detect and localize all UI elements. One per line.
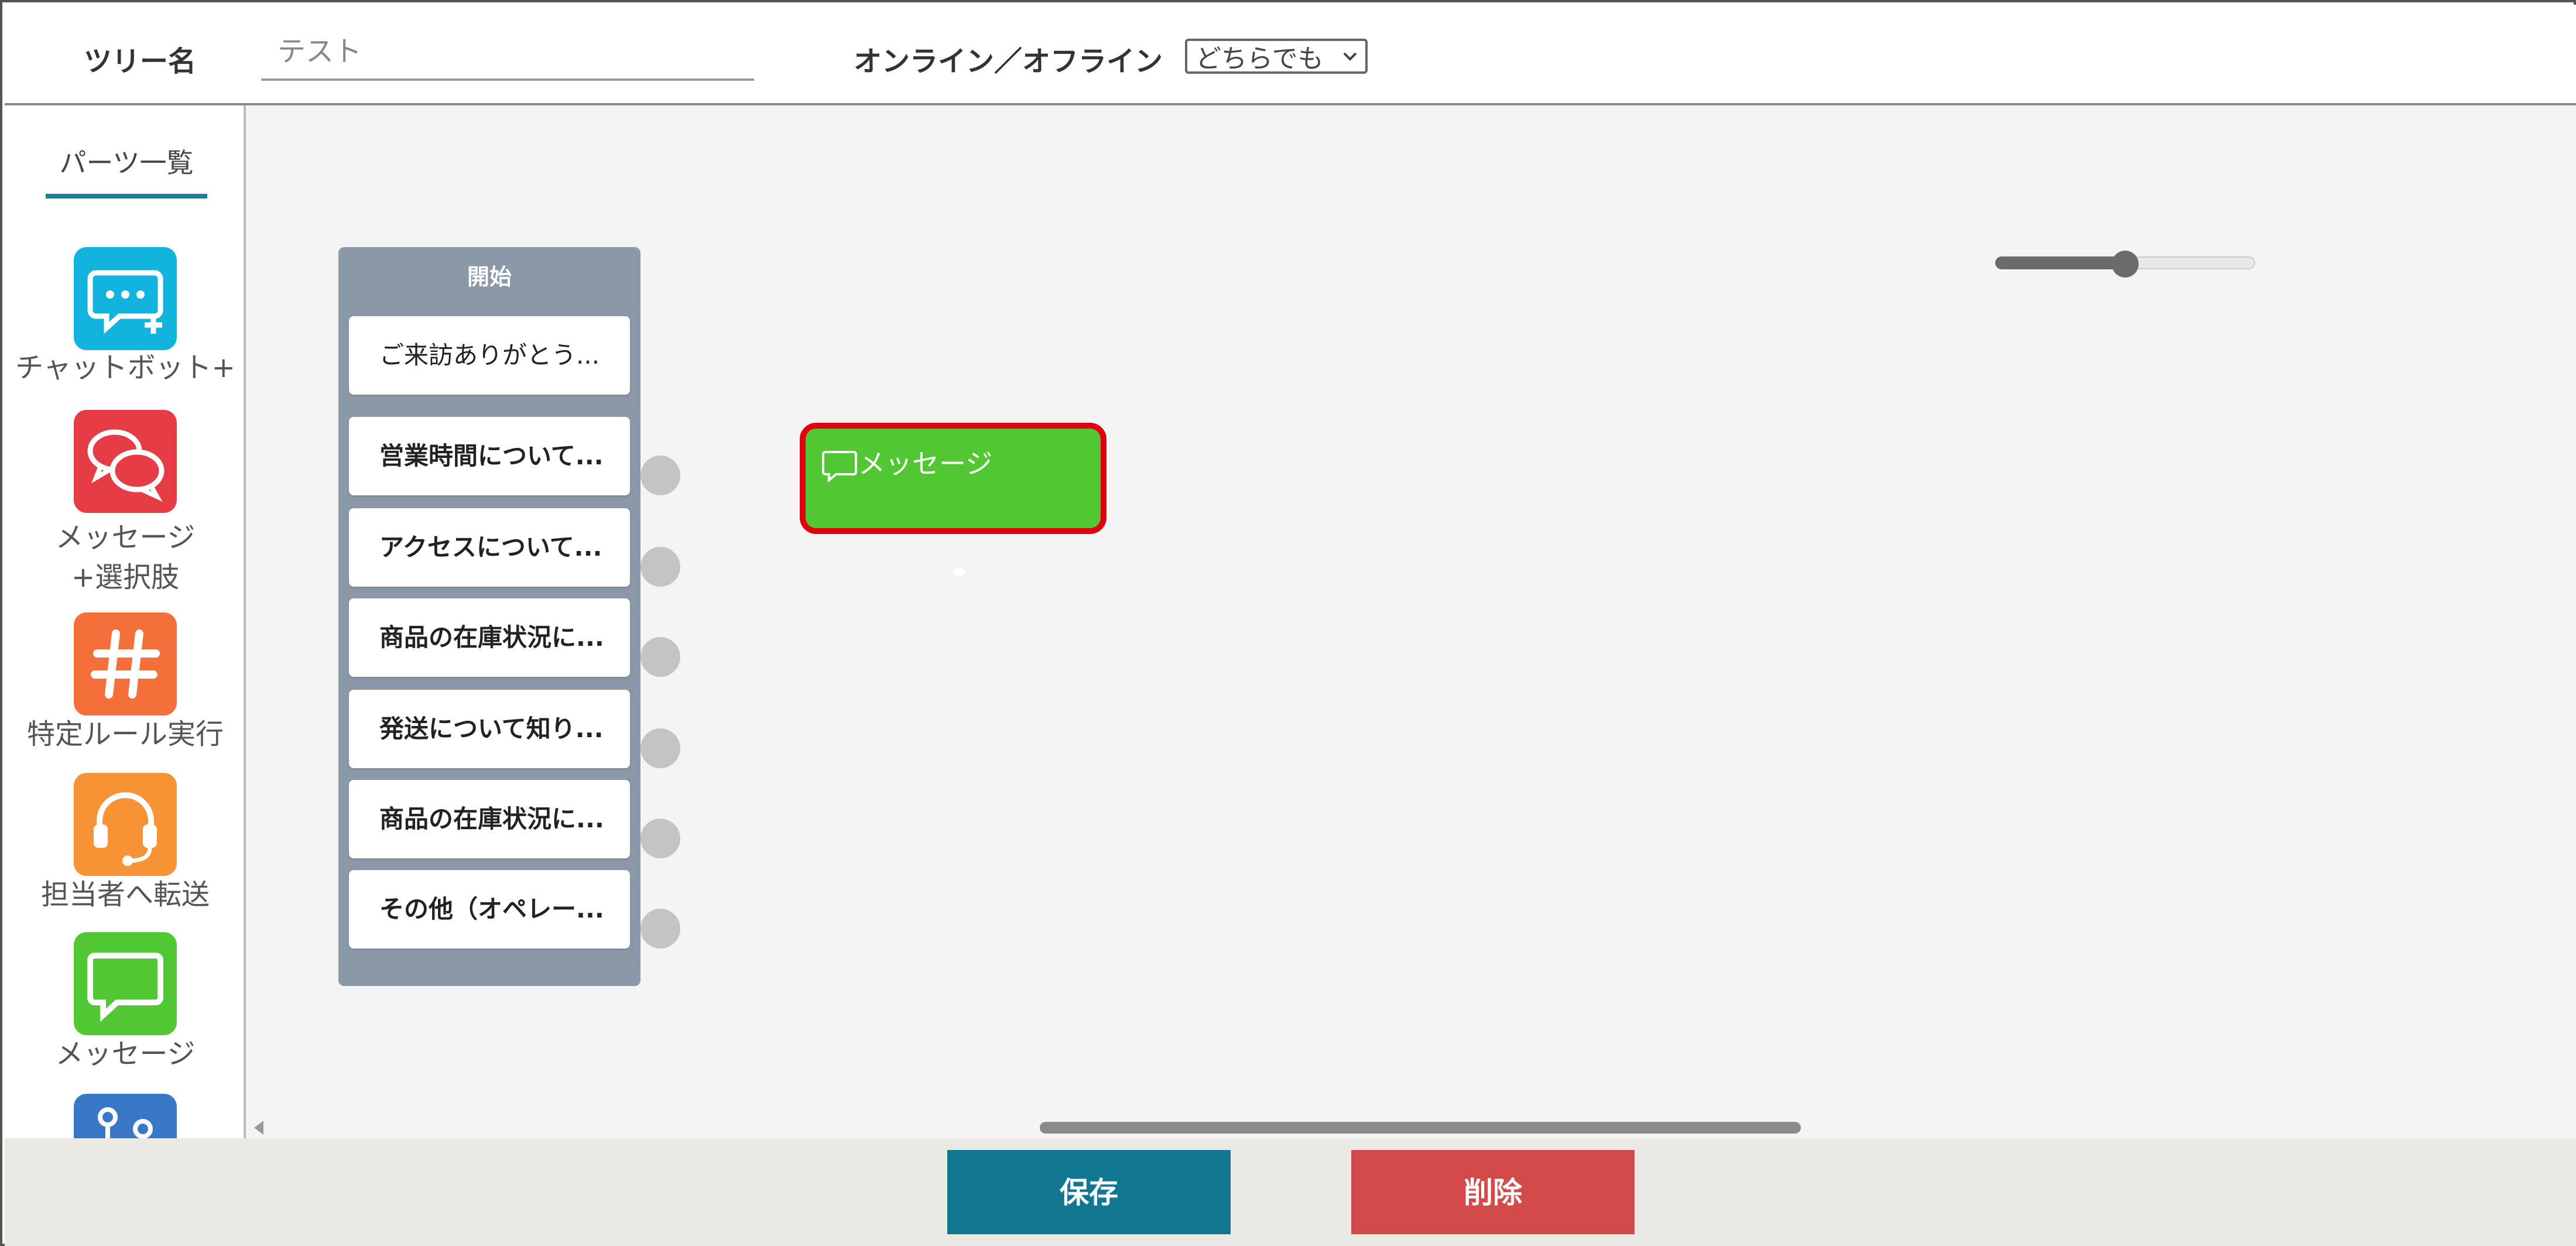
part-label-sub: +選択肢 bbox=[71, 561, 180, 594]
part-label: メッセージ bbox=[55, 521, 196, 554]
part-branch[interactable] bbox=[5, 1094, 244, 1138]
horizontal-scroll-thumb[interactable] bbox=[1040, 1122, 1801, 1134]
parts-tab-underline bbox=[46, 194, 207, 198]
hashtag-icon bbox=[74, 612, 177, 716]
part-specific-rule[interactable]: 特定ルール実行 bbox=[5, 612, 244, 765]
part-label: メッセージ bbox=[55, 1038, 196, 1070]
part-message-choice[interactable]: メッセージ +選択肢 bbox=[5, 410, 244, 597]
message-choice-icon bbox=[74, 410, 177, 513]
choice-option[interactable]: アクセスについて... bbox=[349, 508, 630, 587]
online-offline-select[interactable]: どちらでも bbox=[1185, 39, 1368, 74]
part-label: チャットボット+ bbox=[15, 351, 235, 384]
choice-option[interactable]: 商品の在庫状況に... bbox=[349, 598, 630, 677]
zoom-slider[interactable] bbox=[1995, 251, 2255, 278]
tree-name-input[interactable] bbox=[261, 25, 754, 81]
header-bar: ツリー名 オンライン／オフライン どちらでも bbox=[5, 5, 2576, 105]
connector-handle[interactable] bbox=[640, 547, 680, 587]
choice-option[interactable]: 営業時間について... bbox=[349, 417, 630, 495]
horizontal-scrollbar[interactable] bbox=[246, 1117, 2576, 1138]
start-block[interactable]: 開始 ご来訪ありがとう... 営業時間について... アクセスについて... 商… bbox=[338, 247, 640, 986]
message-node-label: メッセージ bbox=[858, 448, 993, 480]
part-chatbot-plus[interactable]: チャットボット+ bbox=[5, 247, 244, 405]
start-block-title: 開始 bbox=[467, 264, 512, 290]
zoom-slider-fill bbox=[1995, 256, 2125, 269]
part-label: 担当者へ転送 bbox=[40, 878, 210, 911]
online-select-value: どちらでも bbox=[1195, 44, 1324, 74]
parts-list-tab[interactable]: パーツ一覧 bbox=[46, 142, 207, 180]
delete-button[interactable]: 削除 bbox=[1351, 1150, 1635, 1234]
chatbot-plus-icon bbox=[74, 247, 177, 350]
part-message[interactable]: メッセージ bbox=[5, 932, 244, 1084]
connector-handle[interactable] bbox=[640, 909, 680, 949]
flow-canvas[interactable]: 開始 ご来訪ありがとう... 営業時間について... アクセスについて... 商… bbox=[246, 105, 2576, 1138]
connector-handle[interactable] bbox=[640, 728, 680, 768]
scroll-left-arrow-icon[interactable] bbox=[254, 1121, 263, 1135]
footer-bar: 保存 削除 bbox=[5, 1138, 2576, 1246]
part-label: 特定ルール実行 bbox=[26, 718, 224, 751]
zoom-slider-thumb[interactable] bbox=[2112, 251, 2139, 278]
part-transfer-staff[interactable]: 担当者へ転送 bbox=[5, 773, 244, 925]
save-button[interactable]: 保存 bbox=[947, 1150, 1231, 1234]
branch-icon bbox=[74, 1094, 177, 1138]
headset-icon bbox=[74, 773, 177, 876]
message-node-input-handle[interactable] bbox=[953, 568, 965, 576]
app-frame: ツリー名 オンライン／オフライン どちらでも パーツ一覧 チャットボット+ bbox=[0, 0, 2576, 1246]
choice-option[interactable]: 商品の在庫状況に... bbox=[349, 780, 630, 858]
tree-name-label: ツリー名 bbox=[84, 45, 197, 78]
connector-handle[interactable] bbox=[640, 637, 680, 677]
message-node[interactable]: メッセージ bbox=[800, 423, 1107, 534]
parts-sidebar: パーツ一覧 チャットボット+ メッセージ +選択肢 特定ルール実行 担当者へ転送… bbox=[5, 105, 246, 1138]
connector-handle[interactable] bbox=[640, 819, 680, 858]
choice-option[interactable]: 発送について知り... bbox=[349, 690, 630, 768]
message-icon bbox=[74, 932, 177, 1035]
speech-bubble-icon bbox=[822, 451, 857, 483]
online-offline-label: オンライン／オフライン bbox=[854, 45, 1163, 78]
connector-handle[interactable] bbox=[640, 456, 680, 495]
start-message-item[interactable]: ご来訪ありがとう... bbox=[349, 316, 630, 395]
chevron-down-icon bbox=[1343, 52, 1357, 61]
choice-option[interactable]: その他（オペレー... bbox=[349, 870, 630, 949]
